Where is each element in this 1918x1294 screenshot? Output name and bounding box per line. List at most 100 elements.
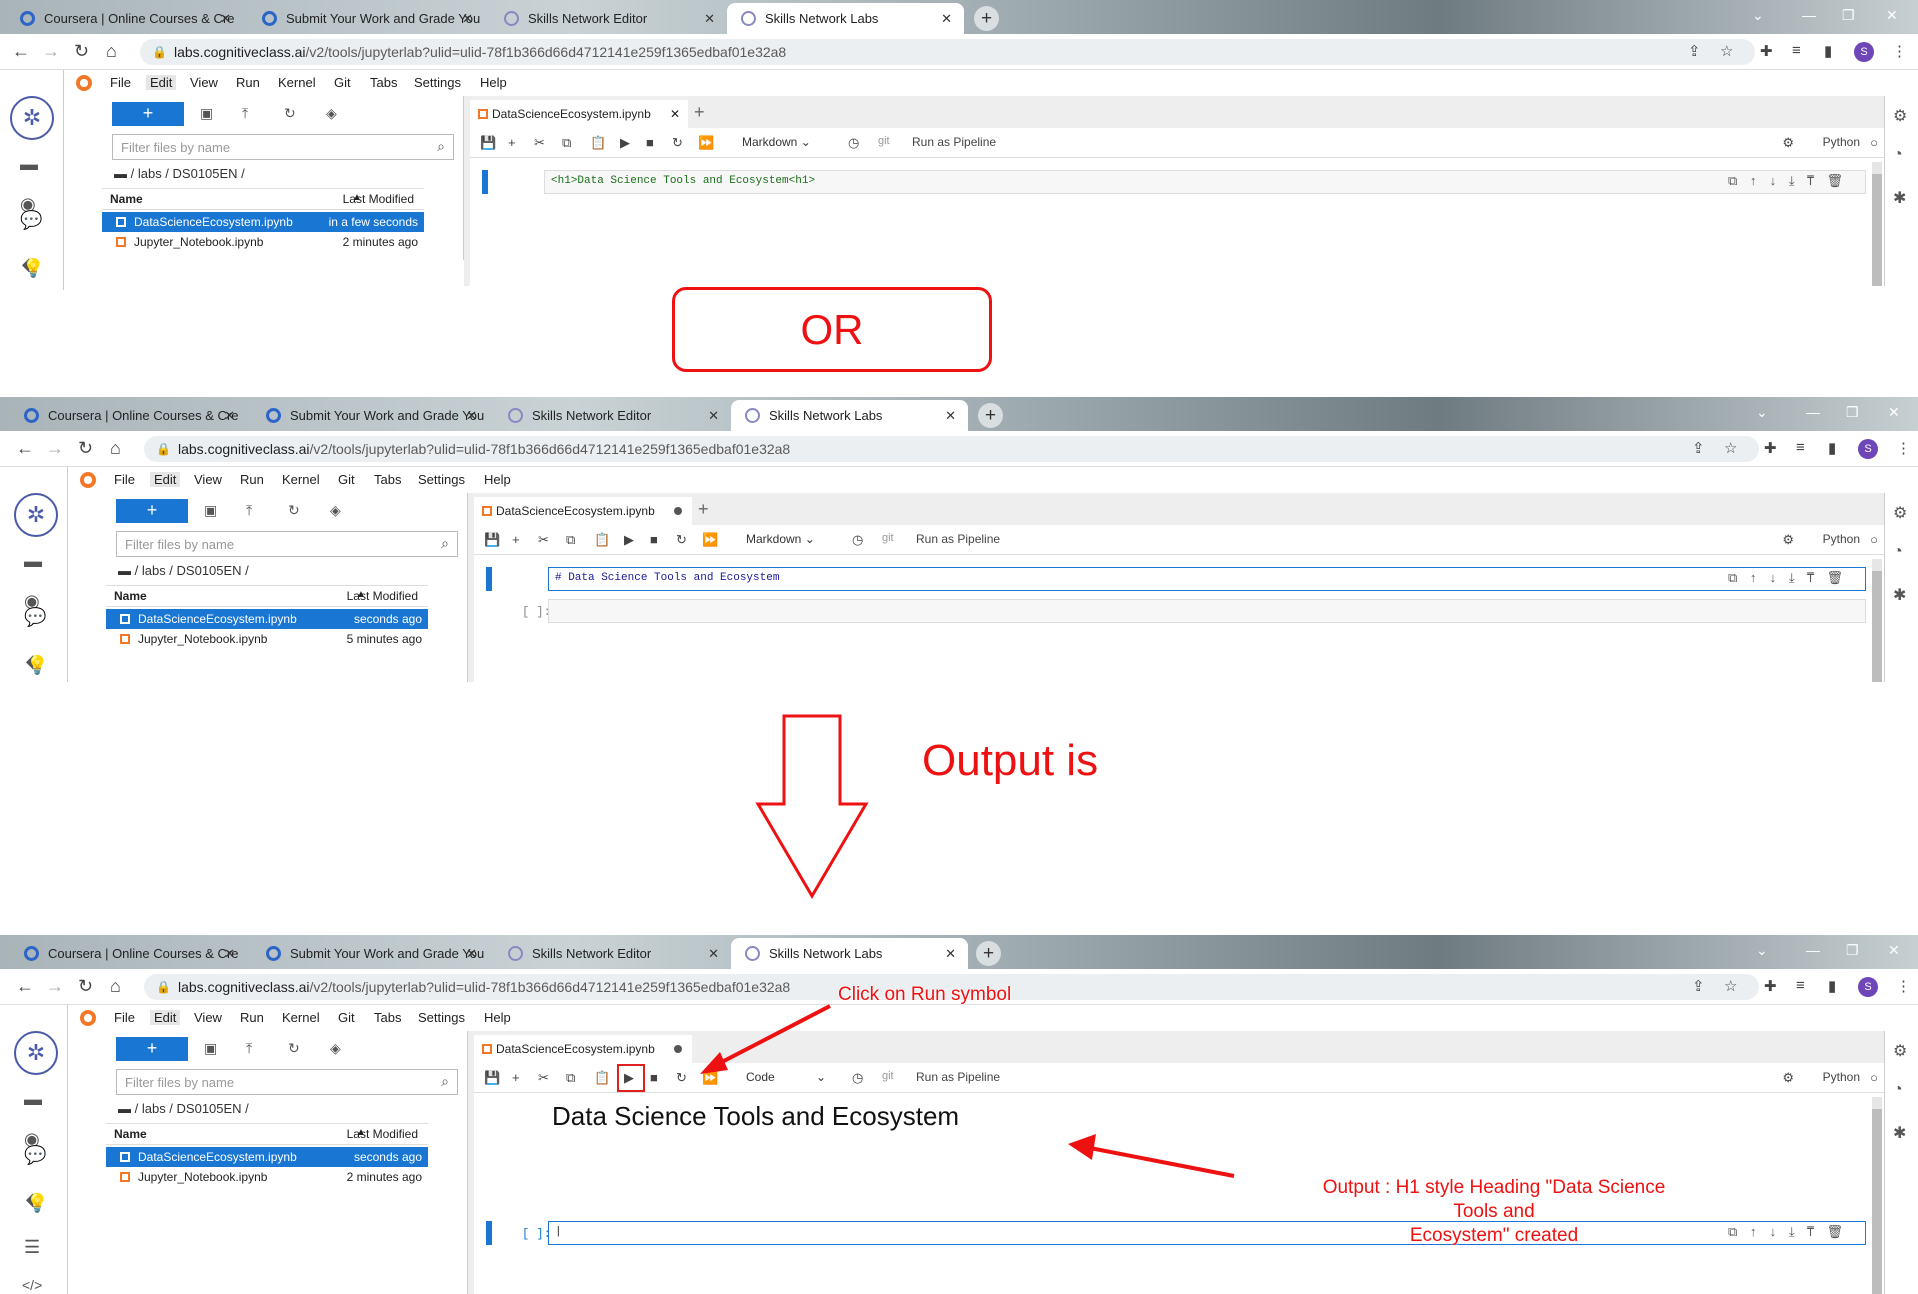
file-row[interactable]: DataScienceEcosystem.ipynb seconds ago [106,1147,428,1167]
column-name[interactable]: Name [110,192,143,206]
folder-icon[interactable]: ▬ [20,154,38,175]
sidepanel-icon[interactable]: ▮ [1828,977,1836,995]
chevron-down-icon[interactable]: ⌄ [1752,0,1764,30]
reload-icon[interactable]: ↻ [78,976,93,997]
restart-icon[interactable]: ↻ [676,532,687,548]
home-icon[interactable]: ⌂ [106,41,117,62]
cell-tools-icons[interactable]: ⧉↑↓⤓⍑🗑 [1728,1225,1855,1240]
refresh-icon[interactable]: ↻ [288,502,300,519]
new-folder-icon[interactable]: ▣ [200,105,213,122]
kebab-menu-icon[interactable]: ⋮ [1896,977,1911,995]
cell-editor[interactable]: <h1>Data Science Tools and Ecosystem<h1>… [544,170,1866,194]
kernel-name[interactable]: Python [1823,135,1860,149]
cell-tools-icons[interactable]: ⧉↑↓⤓⍑🗑 [1728,571,1855,586]
menu-file[interactable]: File [114,1010,135,1025]
browser-tab-coursera[interactable]: Coursera | Online Courses & Cre ✕ [6,3,243,34]
new-folder-icon[interactable]: ▣ [204,1040,217,1057]
browser-tab-labs[interactable]: Skills Network Labs ✕ [731,938,968,969]
tab-notebook[interactable]: DataScienceEcosystem.ipynb ✕ [470,100,688,128]
file-row[interactable]: DataScienceEcosystem.ipynb seconds ago [106,609,428,629]
avatar[interactable]: S [1858,439,1878,459]
close-window-icon[interactable]: ✕ [1888,935,1900,965]
forward-icon[interactable]: → [46,438,64,459]
breadcrumb[interactable]: ▬ / labs / DS0105EN / [118,563,249,578]
browser-tab-editor[interactable]: Skills Network Editor ✕ [490,3,727,34]
copy-icon[interactable]: ⧉ [562,135,571,151]
url-field[interactable]: 🔒 labs.cognitiveclass.ai/v2/tools/jupyter… [144,436,1759,462]
media-icon[interactable]: ≡ [1796,977,1805,994]
property-inspector-icon[interactable]: ⚙ [1893,503,1907,523]
folder-icon[interactable]: ▬ [24,1089,42,1110]
paste-icon[interactable]: 📋 [590,135,606,151]
extensions-icon[interactable]: ✚ [1764,977,1777,995]
new-tab-button[interactable]: + [976,941,1001,966]
restore-icon[interactable]: ❐ [1842,0,1855,30]
kernel-gear-icon[interactable]: ⚙ [1782,532,1794,548]
star-icon[interactable]: ☆ [1720,42,1733,60]
reload-icon[interactable]: ↻ [74,41,89,62]
add-tab-button[interactable]: + [698,499,709,520]
scrollbar[interactable] [1872,1097,1882,1294]
chat-icon[interactable]: 💬 [24,607,46,628]
copy-icon[interactable]: ⧉ [566,532,575,548]
run-as-pipeline-button[interactable]: Run as Pipeline [912,135,996,149]
copy-icon[interactable]: ⧉ [566,1070,575,1086]
new-tab-button[interactable]: + [974,6,999,31]
browser-tab-submit[interactable]: Submit Your Work and Grade You ✕ [252,400,489,431]
close-icon[interactable]: ✕ [708,400,719,431]
new-launcher-button[interactable]: + [112,102,184,126]
new-folder-icon[interactable]: ▣ [204,502,217,519]
upload-icon[interactable]: ⤒ [242,105,248,122]
menu-git[interactable]: Git [338,472,355,487]
menu-view[interactable]: View [194,1010,222,1025]
cell-type-select[interactable]: Markdown ⌄ [746,532,815,546]
url-field[interactable]: 🔒 labs.cognitiveclass.ai/v2/tools/jupyter… [140,39,1755,65]
close-icon[interactable]: ✕ [670,100,680,128]
kernel-name[interactable]: Python [1823,532,1860,546]
menu-git[interactable]: Git [338,1010,355,1025]
kernel-gear-icon[interactable]: ⚙ [1782,135,1794,151]
folder-icon[interactable]: ▬ [24,551,42,572]
media-icon[interactable]: ≡ [1792,42,1801,59]
new-launcher-button[interactable]: + [116,499,188,523]
menu-run[interactable]: Run [240,1010,264,1025]
column-modified[interactable]: Last Modified [347,1127,418,1141]
git-clone-icon[interactable]: ◈ [330,502,341,519]
browser-tab-editor[interactable]: Skills Network Editor ✕ [494,400,731,431]
save-icon[interactable]: 💾 [484,1070,500,1086]
close-icon[interactable]: ✕ [945,938,956,969]
menu-help[interactable]: Help [484,1010,511,1025]
filter-files-input[interactable]: Filter files by name ⌕ [116,1069,458,1095]
refresh-icon[interactable]: ↻ [284,105,296,122]
close-icon[interactable]: ✕ [708,938,719,969]
upload-icon[interactable]: ⤒ [246,502,252,519]
close-icon[interactable]: ✕ [462,3,473,34]
refresh-icon[interactable]: ↻ [288,1040,300,1057]
menu-kernel[interactable]: Kernel [282,472,320,487]
column-modified[interactable]: Last Modified [343,192,414,206]
menu-run[interactable]: Run [236,75,260,90]
chevron-down-icon[interactable]: ⌄ [1756,397,1768,427]
sidepanel-icon[interactable]: ▮ [1824,42,1832,60]
unsaved-dot-icon[interactable] [674,1045,682,1053]
kernel-gear-icon[interactable]: ⚙ [1782,1070,1794,1086]
menu-tabs[interactable]: Tabs [374,472,401,487]
run-as-pipeline-button[interactable]: Run as Pipeline [916,532,1000,546]
browser-tab-labs[interactable]: Skills Network Labs ✕ [727,3,964,34]
filter-files-input[interactable]: Filter files by name ⌕ [112,134,454,160]
cut-icon[interactable]: ✂ [538,1070,549,1086]
menu-help[interactable]: Help [484,472,511,487]
scrollbar[interactable] [1872,559,1882,682]
back-icon[interactable]: ← [16,438,34,459]
cell-tools-icons[interactable]: ⧉↑↓⤓⍑🗑 [1728,174,1855,189]
share-icon[interactable]: ⇪ [1692,439,1705,457]
stop-icon[interactable]: ■ [646,135,654,150]
file-row[interactable]: Jupyter_Notebook.ipynb 2 minutes ago [106,1167,428,1187]
star-icon[interactable]: ☆ [1724,439,1737,457]
restore-icon[interactable]: ❐ [1846,935,1859,965]
menu-view[interactable]: View [190,75,218,90]
minimize-icon[interactable]: — [1802,0,1816,30]
minimize-icon[interactable]: — [1806,935,1820,965]
upload-icon[interactable]: ⤒ [246,1040,252,1057]
browser-tab-editor[interactable]: Skills Network Editor ✕ [494,938,731,969]
